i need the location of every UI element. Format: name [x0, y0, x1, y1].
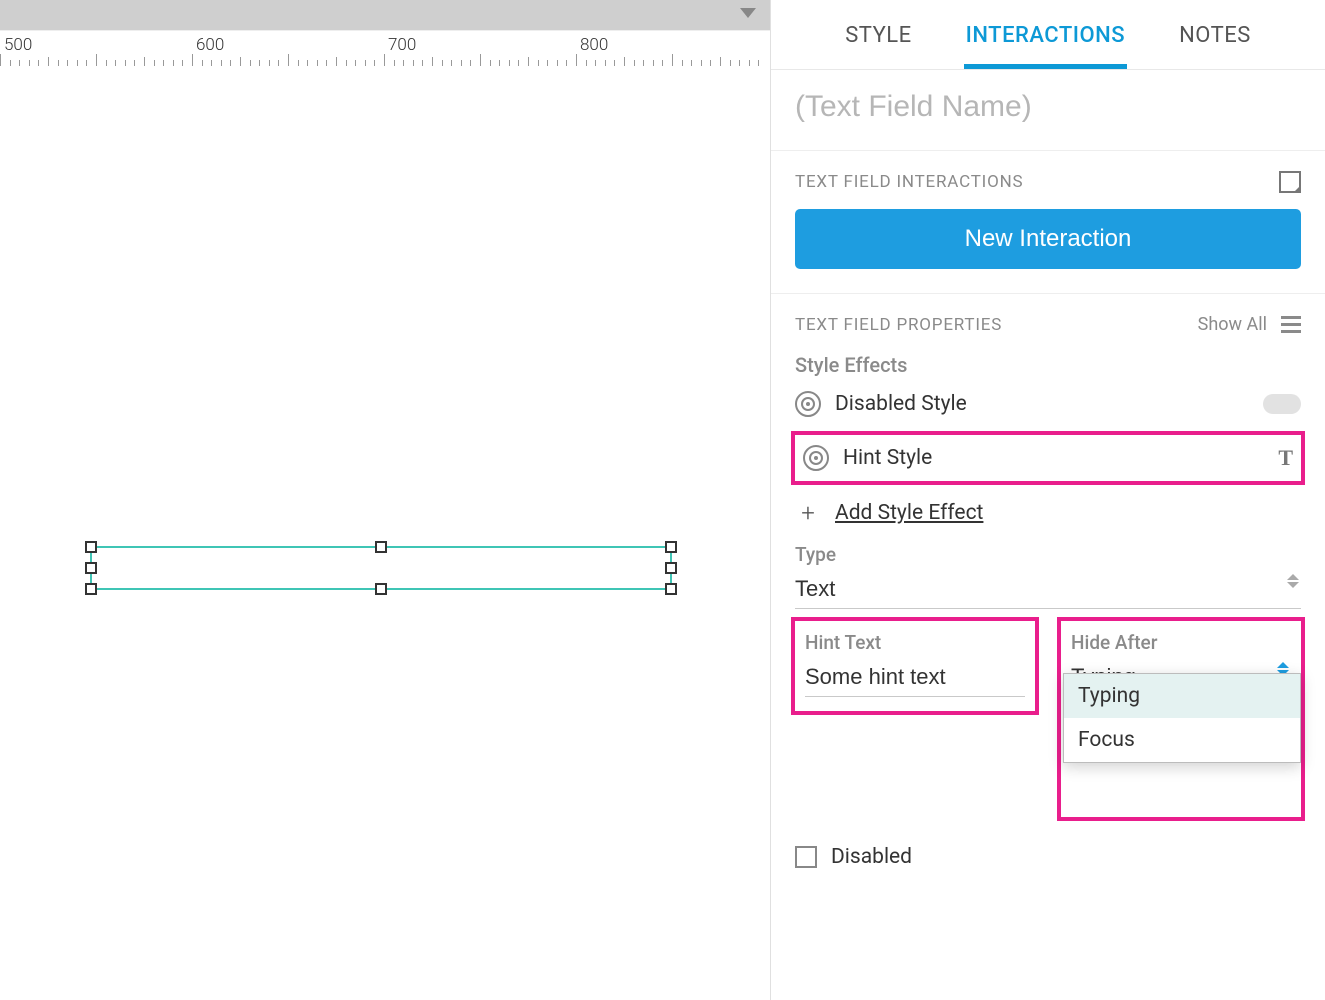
- canvas[interactable]: [0, 66, 770, 1000]
- resize-handle[interactable]: [375, 583, 387, 595]
- text-icon[interactable]: T: [1278, 445, 1293, 471]
- canvas-area: 500 600 700 800: [0, 0, 770, 1000]
- hide-after-label: Hide After: [1071, 631, 1291, 660]
- tab-style[interactable]: STYLE: [843, 1, 913, 68]
- hint-text-highlight: Hint Text: [791, 617, 1039, 715]
- menu-icon[interactable]: [1281, 316, 1301, 333]
- resize-handle[interactable]: [665, 562, 677, 574]
- canvas-toolbar: [0, 0, 770, 30]
- style-effects-label: Style Effects: [771, 343, 1325, 381]
- resize-handle[interactable]: [665, 541, 677, 553]
- ruler-label: 500: [4, 35, 32, 55]
- type-select[interactable]: [795, 572, 1301, 609]
- tab-notes[interactable]: NOTES: [1177, 1, 1253, 68]
- resize-handle[interactable]: [85, 541, 97, 553]
- type-label: Type: [795, 543, 1301, 572]
- disabled-row[interactable]: Disabled: [771, 821, 1325, 893]
- hint-text-input[interactable]: [805, 660, 1025, 697]
- ruler-label: 800: [580, 35, 608, 55]
- disabled-style-toggle[interactable]: [1263, 394, 1301, 414]
- resize-handle[interactable]: [85, 562, 97, 574]
- stepper-icon[interactable]: [1287, 574, 1299, 588]
- hint-text-label: Hint Text: [805, 631, 1025, 660]
- ruler-label: 600: [196, 35, 224, 55]
- show-all-link[interactable]: Show All: [1198, 314, 1267, 335]
- interactions-heading: TEXT FIELD INTERACTIONS: [795, 172, 1023, 192]
- add-style-effect-row[interactable]: + Add Style Effect: [771, 489, 1325, 537]
- horizontal-ruler: 500 600 700 800: [0, 30, 770, 66]
- target-icon: [803, 445, 829, 471]
- expand-icon[interactable]: [1279, 171, 1301, 193]
- dropdown-option[interactable]: Typing: [1064, 674, 1300, 718]
- hide-after-highlight: Hide After Typing Focus: [1057, 617, 1305, 821]
- target-icon: [795, 391, 821, 417]
- plus-icon: +: [795, 499, 821, 527]
- dropdown-option[interactable]: Focus: [1064, 718, 1300, 762]
- disabled-label: Disabled: [831, 845, 912, 869]
- widget-name-input[interactable]: [795, 90, 1301, 124]
- new-interaction-button[interactable]: New Interaction: [795, 209, 1301, 269]
- selected-text-field[interactable]: [90, 546, 672, 590]
- add-style-effect-link[interactable]: Add Style Effect: [835, 501, 983, 525]
- disabled-style-label: Disabled Style: [835, 392, 967, 416]
- inspector-tabs: STYLE INTERACTIONS NOTES: [771, 0, 1325, 70]
- dropdown-caret-icon[interactable]: [740, 8, 756, 18]
- resize-handle[interactable]: [85, 583, 97, 595]
- ruler-label: 700: [388, 35, 416, 55]
- disabled-checkbox[interactable]: [795, 846, 817, 868]
- hint-style-label: Hint Style: [843, 446, 932, 470]
- hint-style-highlight: Hint Style T: [791, 431, 1305, 485]
- hint-style-row[interactable]: Hint Style T: [799, 441, 1297, 475]
- hide-after-dropdown: Typing Focus: [1063, 673, 1301, 763]
- properties-heading: TEXT FIELD PROPERTIES: [795, 315, 1002, 335]
- tab-interactions[interactable]: INTERACTIONS: [964, 1, 1127, 68]
- disabled-style-row[interactable]: Disabled Style: [771, 381, 1325, 427]
- resize-handle[interactable]: [665, 583, 677, 595]
- resize-handle[interactable]: [375, 541, 387, 553]
- inspector-panel: STYLE INTERACTIONS NOTES TEXT FIELD INTE…: [770, 0, 1325, 1000]
